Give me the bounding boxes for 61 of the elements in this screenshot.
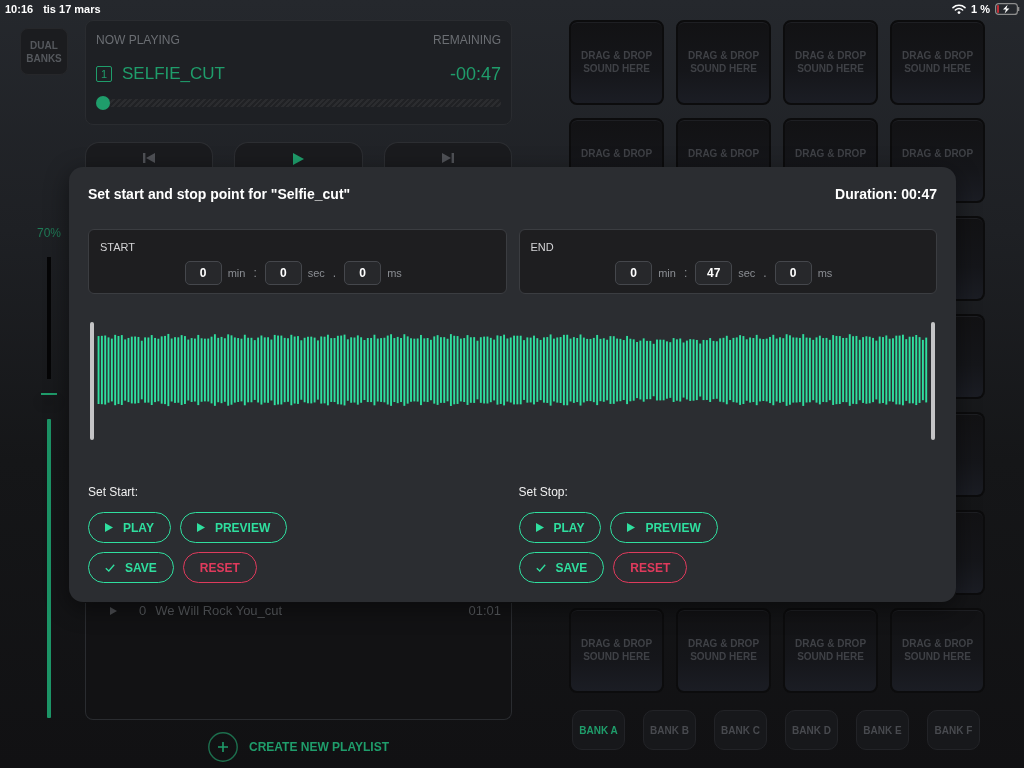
minutes-field[interactable]: 0 <box>184 261 222 285</box>
dialog-title: Set start and stop point for "Selfie_cut" <box>88 186 351 202</box>
separator: : <box>683 266 688 280</box>
check-icon <box>105 563 115 572</box>
play-icon <box>196 523 205 532</box>
unit-label: ms <box>817 267 833 279</box>
remaining-time: -00:47 <box>449 64 501 84</box>
separator: . <box>763 266 767 280</box>
check-icon <box>535 563 546 572</box>
status-time: 10:16 <box>5 2 34 16</box>
progress-thumb[interactable] <box>96 96 110 110</box>
unit-label: sec <box>738 267 756 279</box>
separator: . <box>332 266 337 280</box>
volume-thumb[interactable] <box>41 393 57 396</box>
dual-banks-button[interactable]: DUAL BANKS <box>20 28 68 75</box>
unit-label: ms <box>387 267 402 279</box>
minutes-field[interactable]: 0 <box>615 261 653 285</box>
milliseconds-field[interactable]: 0 <box>774 261 812 285</box>
play-icon <box>627 523 636 532</box>
start-handle[interactable] <box>90 322 94 440</box>
plus-circle-icon <box>208 732 238 762</box>
unit-label: sec <box>307 267 325 279</box>
sound-pad[interactable] <box>956 314 985 399</box>
track-number: 0 <box>139 604 147 618</box>
track-title: We Will Rock You_cut <box>155 604 284 618</box>
unit-label: min <box>227 267 246 279</box>
sound-pad[interactable] <box>956 216 985 301</box>
sound-pad[interactable] <box>956 510 985 595</box>
track-duration: 01:01 <box>468 604 501 618</box>
time-point-label: END <box>530 241 555 253</box>
play-button[interactable] <box>234 142 363 167</box>
sound-pad[interactable] <box>956 412 985 497</box>
play-icon <box>293 153 304 165</box>
now-playing-title: SELFIE_CUT <box>122 64 225 84</box>
play-icon <box>535 523 544 532</box>
section-label: Set Start: <box>88 486 140 498</box>
milliseconds-field[interactable]: 0 <box>344 261 382 285</box>
next-button[interactable] <box>383 142 512 167</box>
separator: : <box>253 266 257 280</box>
play-icon <box>110 607 117 615</box>
previous-button[interactable] <box>85 142 214 167</box>
unit-label: min <box>658 267 676 279</box>
time-point-label: START <box>100 241 137 253</box>
progress-track[interactable] <box>96 99 501 107</box>
seconds-field[interactable]: 47 <box>695 261 733 285</box>
create-playlist-button[interactable]: CREATE NEW PLAYLIST <box>208 732 389 762</box>
play-icon <box>105 523 113 532</box>
section-label: Set Stop: <box>518 486 569 498</box>
remaining-label: REMAINING <box>433 33 501 47</box>
skip-back-icon <box>143 153 156 163</box>
volume-reading: 70% <box>37 227 61 240</box>
seconds-field[interactable]: 0 <box>264 261 302 285</box>
battery-percentage: 1 % <box>971 2 990 16</box>
battery-charging-icon <box>995 3 1020 15</box>
now-playing-label: NOW PLAYING <box>96 33 180 47</box>
track-number-badge: 1 <box>96 66 112 82</box>
skip-forward-icon <box>441 153 454 163</box>
wifi-icon <box>952 4 967 14</box>
status-date: tis 17 mars <box>43 2 101 16</box>
end-handle[interactable] <box>931 322 935 440</box>
bank-tab[interactable]: BANK A <box>572 710 625 750</box>
